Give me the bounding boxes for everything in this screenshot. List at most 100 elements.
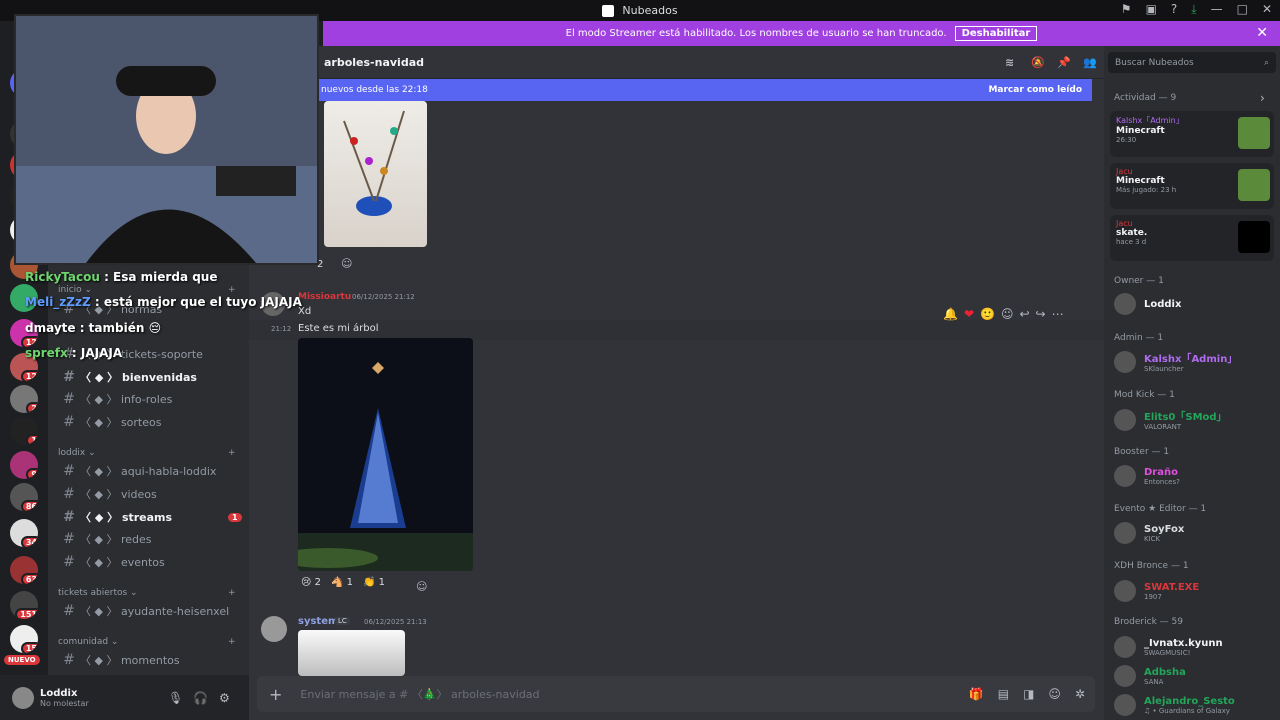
gift-icon[interactable]: 🎁 (969, 687, 984, 701)
reaction-icon[interactable]: 🔔 (943, 307, 958, 321)
member-group-header: Evento ★ Editor — 1 (1114, 504, 1207, 514)
channel-redes[interactable]: # 〈 ◆ 〉 redes (58, 529, 243, 549)
reaction[interactable]: 😢 2 (301, 577, 321, 588)
chat-user: sprefx (25, 346, 68, 360)
hash-icon: # (63, 509, 75, 525)
pin-icon[interactable]: 📌 (1057, 56, 1071, 69)
message-input[interactable]: + Enviar mensaje a # 〈🎄〉 arboles-navidad… (257, 676, 1095, 712)
channel-momentos[interactable]: # 〈 ◆ 〉 momentos (58, 650, 243, 670)
chat-area: arboles-navidad ≋ 🔕 📌 👥 nuevos desde las… (249, 46, 1104, 720)
channel-eventos[interactable]: # 〈 ◆ 〉 eventos (58, 552, 243, 572)
activity-card[interactable]: Jacu skate. hace 3 d (1110, 215, 1274, 261)
add-channel-icon[interactable]: + (228, 448, 236, 458)
add-channel-icon[interactable]: + (228, 285, 236, 295)
member-name: SWAT.EXE (1144, 581, 1200, 593)
reply-icon[interactable]: ↩ (1019, 307, 1029, 321)
add-reaction-icon[interactable]: ☺ (341, 257, 352, 270)
channel-streams[interactable]: # 〈 ◆ 〉 streams 1 (58, 507, 243, 527)
gif-icon[interactable]: ▤ (998, 687, 1009, 701)
help-icon[interactable]: ? (1171, 2, 1177, 17)
avatar (1114, 580, 1136, 602)
activity-card[interactable]: Jacu Minecraft Más jugado: 23 h (1110, 163, 1274, 209)
member-name: Kalshx「Admin」 (1144, 354, 1238, 365)
microphone-icon[interactable]: 🎙 (168, 691, 183, 705)
member-item[interactable]: Adbsha SANA (1114, 665, 1186, 687)
apps-icon[interactable]: ✲ (1075, 687, 1085, 701)
add-attachment-icon[interactable]: + (269, 685, 282, 704)
channel-bienvenidas[interactable]: # 〈 ◆ 〉 bienvenidas (58, 367, 243, 387)
hash-icon: # (63, 603, 75, 619)
heart-icon[interactable]: ❤ (964, 307, 974, 321)
message-author[interactable]: Missioartu (298, 292, 351, 302)
channel-sorteos[interactable]: # 〈 ◆ 〉 sorteos (58, 412, 243, 432)
server-icon[interactable]: 15 (10, 625, 38, 653)
more-icon[interactable]: ⋯ (1052, 307, 1064, 321)
member-item[interactable]: Kalshx「Admin」 SKlauncher (1114, 350, 1237, 373)
attachment-image[interactable] (298, 338, 473, 571)
server-icon[interactable]: 151 (10, 591, 38, 619)
member-item[interactable]: Elits0「SMod」 VALORANT (1114, 408, 1227, 431)
download-icon[interactable]: ⤓ (1191, 2, 1196, 17)
close-icon[interactable]: ✕ (1256, 25, 1268, 41)
avatar[interactable] (12, 686, 34, 709)
channel-category[interactable]: loddix ⌄ + (58, 448, 236, 458)
chat-user: RickyTacou (25, 270, 100, 284)
channel-label: 〈 ◆ 〉 videos (80, 488, 157, 501)
maximize-button[interactable]: □ (1237, 2, 1248, 17)
attachment-image[interactable] (298, 630, 405, 676)
server-icon[interactable]: 9 (10, 451, 38, 479)
mute-icon[interactable]: 🔕 (1031, 56, 1045, 69)
channel-category[interactable]: comunidad ⌄ + (58, 637, 236, 647)
member-item[interactable]: SoyFox KICK (1114, 522, 1184, 544)
sticker-icon[interactable]: ◨ (1023, 687, 1034, 701)
chevron-right-icon[interactable]: › (1260, 91, 1265, 105)
threads-icon[interactable]: ≋ (1005, 56, 1014, 69)
avatar (1114, 465, 1136, 487)
server-icon[interactable]: 34 (10, 519, 38, 547)
server-icon[interactable]: 86 (10, 483, 38, 511)
hash-icon: # (63, 414, 75, 430)
disable-button[interactable]: Deshabilitar (954, 26, 1038, 41)
channel-ayudante-heisenxel[interactable]: # 〈 ◆ 〉 ayudante-heisenxel (58, 601, 243, 621)
server-icon[interactable]: 2 (10, 385, 38, 413)
activity-card[interactable]: Kalshx「Admin」 Minecraft 26:30 (1110, 111, 1274, 157)
reaction[interactable]: 🐴 1 (331, 577, 353, 588)
screen-icon[interactable]: ▣ (1146, 2, 1157, 17)
member-item[interactable]: SWAT.EXE 1907 (1114, 580, 1199, 602)
smile-icon[interactable]: 🙂 (980, 307, 995, 321)
server-icon[interactable]: 63 (10, 556, 38, 584)
emoji-icon[interactable]: ☺ (1048, 687, 1061, 701)
close-button[interactable]: ✕ (1262, 2, 1272, 17)
channel-category[interactable]: tickets abiertos ⌄ + (58, 588, 236, 598)
game-icon (1238, 169, 1270, 201)
channel-info-roles[interactable]: # 〈 ◆ 〉 info-roles (58, 389, 243, 409)
inbox-icon[interactable]: ⚑ (1121, 2, 1132, 17)
message-author[interactable]: system (298, 616, 338, 627)
member-item[interactable]: _Ivnatx.kyunn SWAGMUSIC! (1114, 636, 1223, 658)
members-icon[interactable]: 👥 (1083, 56, 1097, 69)
search-input[interactable]: Buscar Nubeados ⌕ (1108, 52, 1276, 73)
gear-icon[interactable]: ⚙ (219, 691, 230, 705)
add-reaction-icon[interactable]: ☺ (416, 580, 427, 593)
member-item[interactable]: Alejandro_Sesto ♫ • Guardians of Galaxy (1114, 694, 1235, 716)
channel-videos[interactable]: # 〈 ◆ 〉 videos (58, 484, 243, 504)
add-channel-icon[interactable]: + (228, 588, 236, 598)
mark-read-button[interactable]: Marcar como leído (988, 85, 1082, 95)
activity-header[interactable]: Actividad — 9 (1114, 93, 1176, 103)
headphones-icon[interactable]: 🎧 (193, 691, 208, 705)
member-item[interactable]: Draño Entonces? (1114, 465, 1180, 487)
minimize-button[interactable]: — (1211, 2, 1223, 17)
channel-aqui-habla-loddix[interactable]: # 〈 ◆ 〉 aqui-habla-loddix (58, 461, 243, 481)
unread-badge: 2 (26, 402, 38, 413)
member-name: Alejandro_Sesto (1144, 695, 1235, 707)
add-reaction-icon[interactable]: ☺ (1001, 307, 1014, 321)
attachment-image[interactable] (324, 101, 427, 247)
member-item[interactable]: Loddix (1114, 293, 1181, 315)
new-messages-bar[interactable]: nuevos desde las 22:18 Marcar como leído (313, 79, 1092, 101)
forward-icon[interactable]: ↪ (1036, 307, 1046, 321)
avatar[interactable] (261, 616, 287, 642)
add-channel-icon[interactable]: + (228, 637, 236, 647)
server-icon[interactable]: 1 (10, 417, 38, 445)
reaction[interactable]: 👏 1 (363, 577, 385, 588)
channel-category[interactable]: inicio ⌄ + (58, 285, 236, 295)
